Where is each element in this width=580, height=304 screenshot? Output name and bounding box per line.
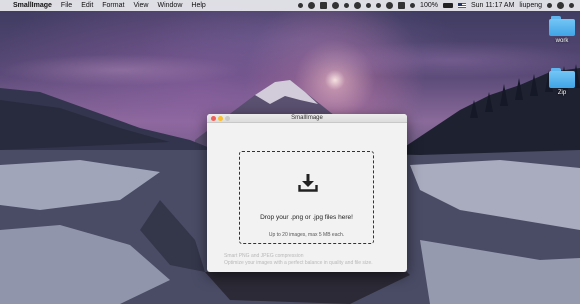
menu-help[interactable]: Help (191, 2, 205, 9)
status-icon-2[interactable] (308, 2, 316, 9)
desktop-folder-zip[interactable]: Zip (545, 68, 579, 96)
status-icon-4[interactable] (344, 3, 350, 8)
us-flag-icon[interactable] (457, 3, 466, 8)
menu-clock[interactable]: Sun 11:17 AM (471, 2, 514, 9)
menu-file[interactable]: File (61, 2, 72, 9)
status-icon-5[interactable] (354, 2, 362, 9)
menu-window[interactable]: Window (157, 2, 182, 9)
window-titlebar[interactable]: SmallImage (207, 114, 407, 123)
menu-bar: SmallImage File Edit Format View Window … (0, 0, 580, 11)
status-icon-3[interactable] (320, 2, 328, 9)
window-title: SmallImage (291, 115, 323, 121)
window-controls (211, 116, 230, 121)
footer-tagline: Smart PNG and JPEG compression (224, 253, 304, 259)
volume-icon[interactable] (410, 3, 416, 8)
status-area: 100% Sun 11:17 AM liupeng (298, 2, 574, 9)
zoom-button[interactable] (225, 116, 230, 121)
smallimage-window: SmallImage Drop your .png or .jpg files … (207, 114, 407, 272)
notification-center-icon[interactable] (569, 3, 574, 8)
folder-label: Zip (557, 90, 567, 96)
battery-icon[interactable] (442, 3, 453, 8)
airplay-icon[interactable] (398, 2, 406, 9)
drop-zone-limit: Up to 20 images, max 5 MB each. (268, 232, 345, 238)
menu-user[interactable]: liupeng (519, 2, 542, 9)
download-icon (298, 174, 318, 192)
desktop-folder-work[interactable]: work (545, 16, 579, 44)
folder-icon (549, 68, 575, 88)
minimize-button[interactable] (218, 116, 223, 121)
window-footer: Smart PNG and JPEG compression Optimize … (224, 253, 373, 267)
drop-zone-title: Drop your .png or .jpg files here! (260, 214, 353, 221)
wifi-icon[interactable] (386, 2, 394, 9)
menu-edit[interactable]: Edit (81, 2, 93, 9)
bluetooth-icon[interactable] (366, 3, 372, 8)
folder-label: work (555, 38, 569, 44)
close-button[interactable] (211, 116, 216, 121)
status-icon-1[interactable] (298, 3, 304, 8)
folder-icon (549, 16, 575, 36)
footer-description: Optimize your images with a perfect bala… (224, 260, 373, 266)
menu-format[interactable]: Format (102, 2, 124, 9)
spotlight-search-icon[interactable] (547, 3, 552, 8)
wechat-icon[interactable] (332, 2, 340, 9)
battery-percent[interactable]: 100% (420, 2, 438, 9)
siri-icon[interactable] (557, 2, 564, 9)
drop-zone[interactable]: Drop your .png or .jpg files here! Up to… (239, 151, 374, 244)
time-machine-icon[interactable] (376, 3, 382, 8)
menu-view[interactable]: View (133, 2, 148, 9)
menu-app-name[interactable]: SmallImage (13, 2, 52, 9)
